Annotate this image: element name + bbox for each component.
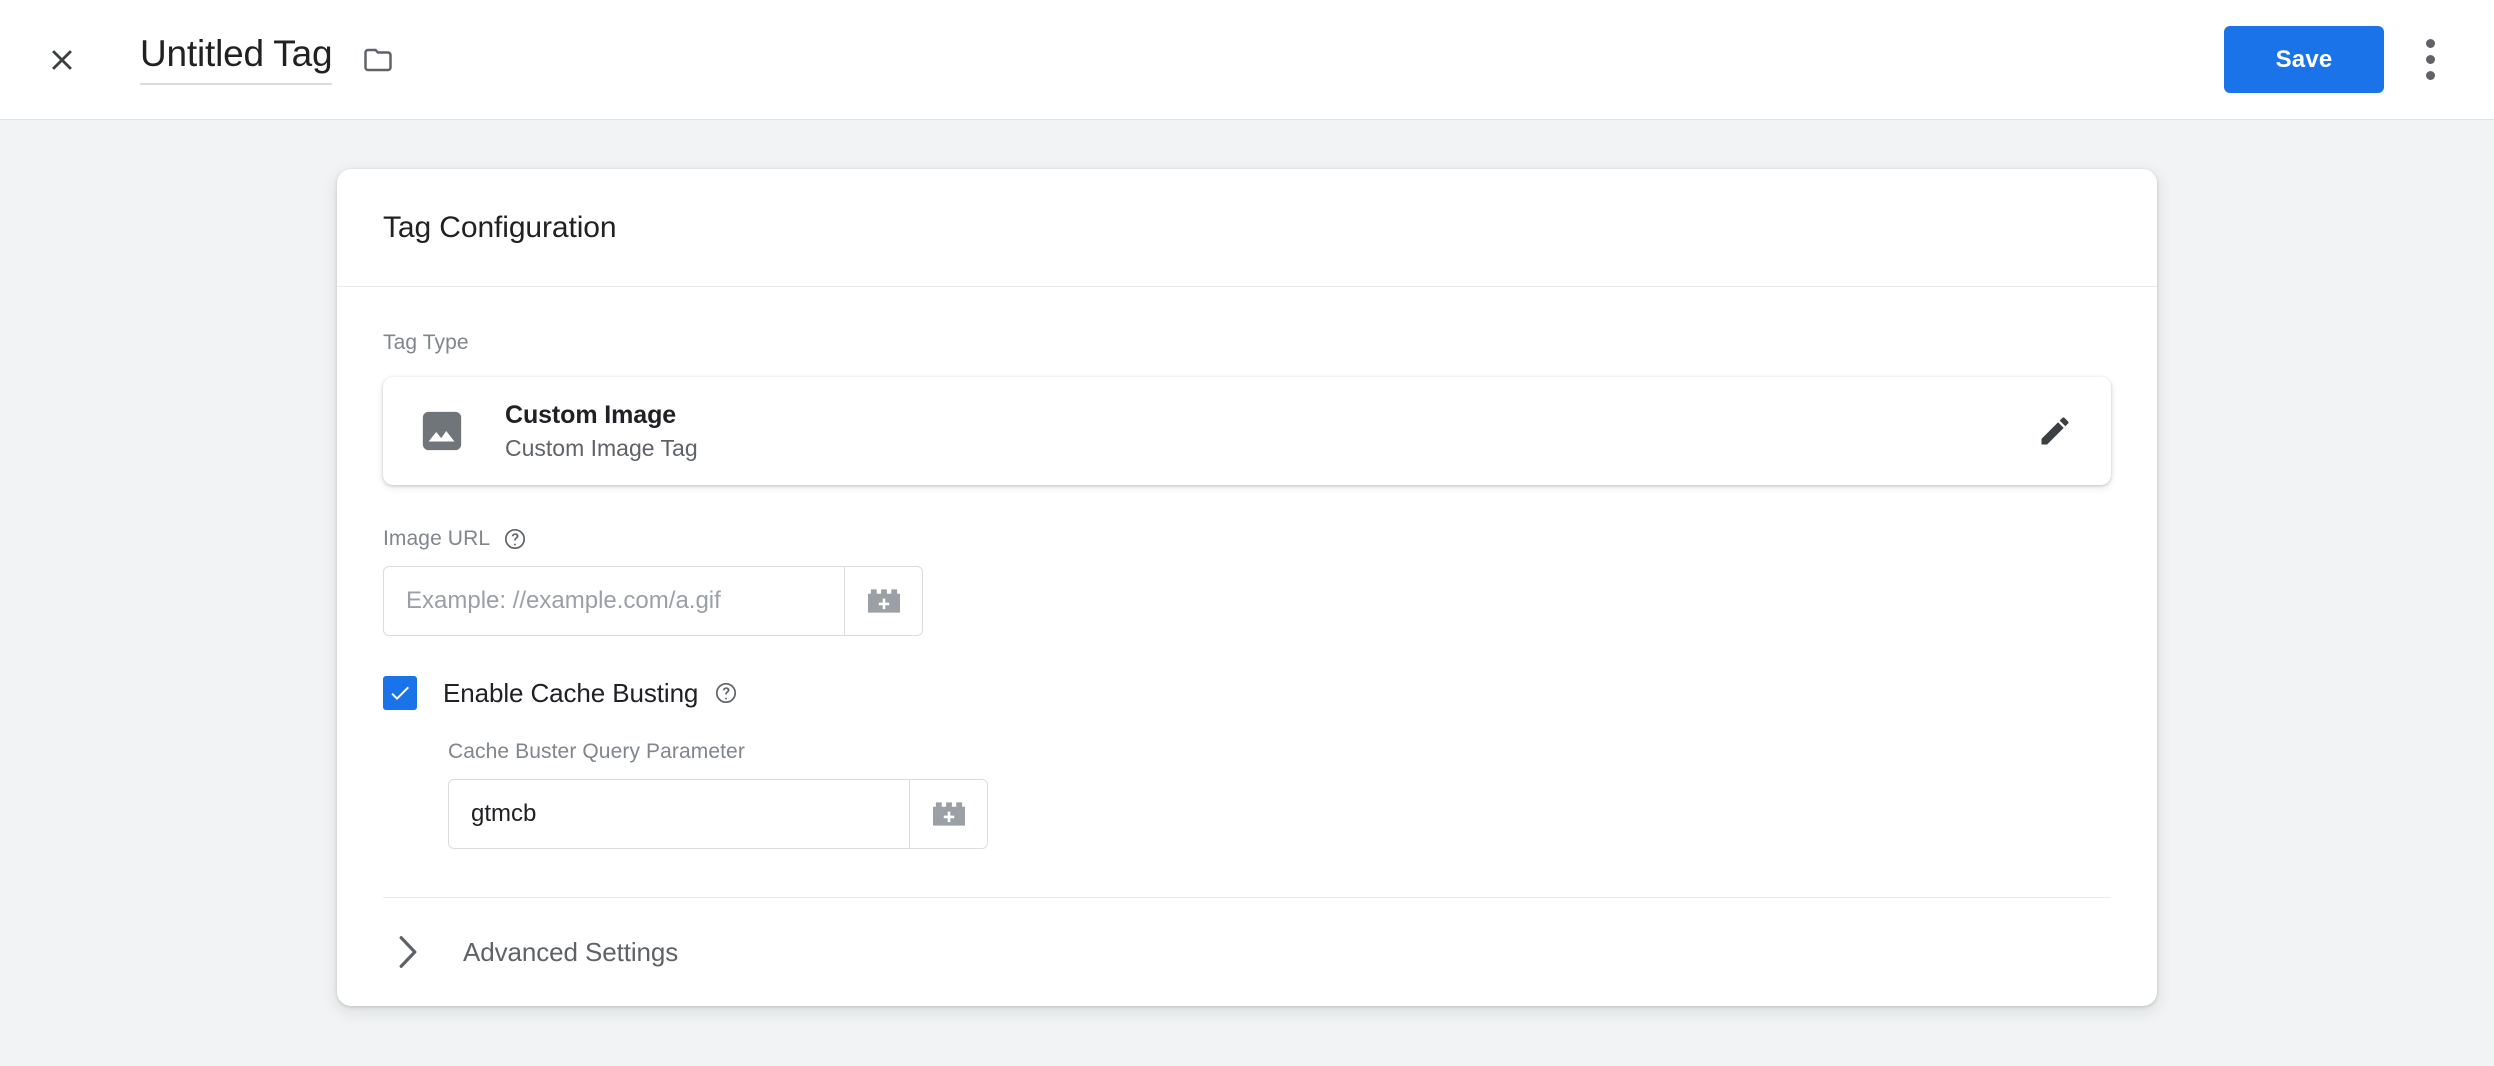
- card-header: Tag Configuration: [337, 169, 2157, 287]
- cache-buster-param-input[interactable]: [449, 780, 909, 848]
- edit-tag-type-button[interactable]: [2031, 407, 2079, 455]
- more-vert-icon-dot2: [2425, 55, 2435, 64]
- card-body: Tag Type Custom Image Custom Image Tag I…: [337, 287, 2157, 1006]
- insert-variable-button-image-url[interactable]: [844, 567, 922, 635]
- enable-cache-busting-label-text: Enable Cache Busting: [443, 677, 699, 708]
- tag-type-selector[interactable]: Custom Image Custom Image Tag: [383, 377, 2111, 485]
- image-icon: [422, 411, 462, 451]
- more-vert-icon: [2425, 39, 2435, 48]
- cache-buster-param-input-row: [448, 779, 988, 849]
- tag-name-input[interactable]: Untitled Tag: [140, 33, 333, 86]
- close-button[interactable]: [30, 28, 94, 92]
- cache-buster-param-field: Cache Buster Query Parameter: [448, 740, 2111, 849]
- tag-type-title: Custom Image: [505, 400, 677, 429]
- advanced-settings-label: Advanced Settings: [463, 936, 679, 967]
- pencil-icon: [2041, 417, 2069, 445]
- image-url-label: Image URL: [383, 527, 2111, 551]
- enable-cache-busting-label: Enable Cache Busting: [443, 678, 738, 709]
- tag-title-group: Untitled Tag: [140, 33, 398, 86]
- cache-buster-param-label: Cache Buster Query Parameter: [448, 740, 745, 763]
- insert-variable-button-cache-buster[interactable]: [909, 780, 987, 848]
- help-circle-icon[interactable]: [503, 527, 527, 551]
- checkmark-icon: [391, 686, 409, 700]
- more-options-button[interactable]: [2402, 32, 2458, 88]
- folder-icon: [364, 48, 393, 71]
- image-url-field: Image URL: [383, 527, 2111, 636]
- help-circle-icon-cache[interactable]: [714, 681, 738, 705]
- page-content: Tag Configuration Tag Type Custom Image …: [0, 120, 2494, 1006]
- tag-type-label: Tag Type: [383, 331, 469, 354]
- app-bar: Untitled Tag Save: [0, 0, 2494, 120]
- tag-type-text: Custom Image Custom Image Tag: [505, 401, 698, 462]
- move-to-folder-button[interactable]: [358, 40, 398, 80]
- enable-cache-busting-checkbox[interactable]: [383, 676, 417, 710]
- insert-variable-brick-icon-2: [932, 802, 965, 826]
- image-url-input[interactable]: [384, 567, 844, 635]
- advanced-settings-toggle[interactable]: Advanced Settings: [383, 898, 2111, 1006]
- app-bar-actions: Save: [2224, 26, 2458, 93]
- insert-variable-brick-icon: [867, 589, 900, 613]
- more-vert-icon-dot3: [2425, 71, 2435, 80]
- enable-cache-busting-row[interactable]: Enable Cache Busting: [383, 676, 2111, 710]
- image-url-label-text: Image URL: [383, 527, 491, 550]
- chevron-right-icon: [397, 936, 419, 968]
- image-url-input-row: [383, 566, 923, 636]
- save-button[interactable]: Save: [2224, 26, 2384, 93]
- tag-type-subtitle: Custom Image Tag: [505, 434, 698, 461]
- tag-configuration-card: Tag Configuration Tag Type Custom Image …: [337, 169, 2157, 1006]
- close-icon: [52, 49, 72, 70]
- page-title: Tag Configuration: [383, 210, 617, 244]
